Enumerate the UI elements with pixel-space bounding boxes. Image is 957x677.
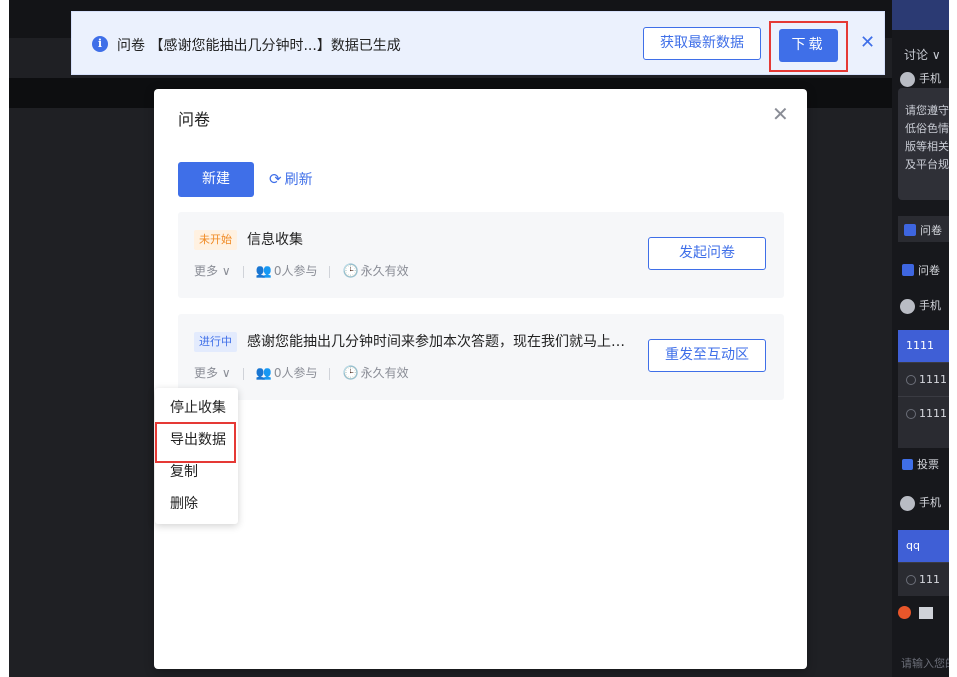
download-highlight-box: 下载	[769, 21, 848, 72]
survey-modal: 问卷 ✕ 新建 ⟳ 刷新 未开始 信息收集 更多 ∨ 👥 0人参与 🕒 永久有效 发起问卷…	[154, 89, 807, 669]
get-latest-data-button[interactable]: 获取最新数据	[643, 27, 761, 60]
close-icon[interactable]: ✕	[860, 33, 875, 53]
notice-card: 请您遵守 低俗色情 版等相关 及平台规	[898, 88, 949, 200]
divider	[242, 265, 244, 278]
download-button[interactable]: 下载	[779, 29, 838, 62]
resend-to-interaction-button[interactable]: 重发至互动区	[648, 339, 766, 372]
banner-message: 问卷 【感谢您能抽出几分钟时...】数据已生成	[117, 38, 401, 54]
more-dropdown-menu: 停止收集 导出数据 复制 删除	[155, 388, 238, 524]
participant-count: 0人参与	[273, 264, 318, 278]
survey-icon	[902, 264, 914, 276]
divider	[329, 265, 331, 278]
notice-line: 版等相关	[905, 140, 949, 153]
folder-icon[interactable]	[919, 607, 933, 619]
chat-user: 手机	[900, 70, 941, 87]
users-icon: 👥	[255, 366, 272, 381]
sidebar-toolbar	[898, 604, 941, 623]
avatar	[900, 495, 915, 511]
menu-item-copy[interactable]: 复制	[170, 462, 198, 482]
vote-option[interactable]: 1111	[898, 362, 949, 396]
status-badge: 未开始	[194, 230, 237, 250]
validity-text: 永久有效	[360, 264, 409, 278]
notice-line: 低俗色情	[905, 122, 949, 135]
survey-list-item: 进行中 感谢您能抽出几分钟时间来参加本次答题，现在我们就马上… 更多 ∨ 👥 0人参…	[178, 314, 784, 400]
radio-icon	[906, 375, 916, 385]
vote-option[interactable]: 111	[898, 562, 949, 596]
modal-title: 问卷	[178, 110, 211, 129]
vote-card-header: qq	[898, 530, 949, 562]
chat-vote-card: qq 111	[898, 530, 949, 596]
participant-count: 0人参与	[273, 366, 318, 380]
close-icon[interactable]: ✕	[772, 103, 789, 125]
vote-option[interactable]: 1111	[898, 396, 949, 430]
divider	[242, 367, 244, 380]
clock-icon: 🕒	[342, 264, 359, 279]
chat-input[interactable]: 请输入您的	[901, 655, 949, 671]
survey-title: 信息收集	[247, 232, 303, 248]
divider	[329, 367, 331, 380]
sidebar-vote-item[interactable]: 投票	[902, 456, 939, 472]
radio-icon	[906, 575, 916, 585]
gift-icon[interactable]	[898, 606, 911, 619]
sidebar-survey-item[interactable]: 问卷	[902, 262, 940, 278]
info-icon: i	[92, 36, 108, 52]
refresh-icon: ⟳	[269, 170, 282, 188]
sidebar-top-bar	[892, 0, 949, 30]
chat-vote-card: 1111 1111 1111	[898, 330, 949, 448]
radio-icon	[906, 409, 916, 419]
menu-item-delete[interactable]: 删除	[170, 494, 198, 514]
avatar	[900, 71, 915, 87]
survey-list-item: 未开始 信息收集 更多 ∨ 👥 0人参与 🕒 永久有效 发起问卷	[178, 212, 784, 298]
menu-item-stop-collecting[interactable]: 停止收集	[170, 398, 226, 418]
survey-meta: 更多 ∨ 👥 0人参与 🕒 永久有效	[194, 262, 409, 281]
notification-banner: i 问卷 【感谢您能抽出几分钟时...】数据已生成 获取最新数据 下载 ✕	[71, 11, 885, 75]
bar-chart-icon	[902, 458, 913, 470]
more-dropdown[interactable]: 更多 ∨	[194, 366, 231, 380]
chat-user: 手机	[900, 297, 941, 314]
survey-icon	[904, 224, 916, 236]
sidebar-survey-card[interactable]: 问卷	[898, 216, 949, 242]
new-survey-button[interactable]: 新建	[178, 162, 254, 197]
users-icon: 👥	[255, 264, 272, 279]
status-badge: 进行中	[194, 332, 237, 352]
validity-text: 永久有效	[360, 366, 409, 380]
clock-icon: 🕒	[342, 366, 359, 381]
vote-card-header: 1111	[898, 330, 949, 362]
chat-sidebar: 讨论 ∨ 手机 请您遵守 低俗色情 版等相关 及平台规 问卷 问卷 手机 111…	[892, 0, 949, 677]
launch-survey-button[interactable]: 发起问卷	[648, 237, 766, 270]
survey-title: 感谢您能抽出几分钟时间来参加本次答题，现在我们就马上…	[247, 334, 625, 350]
chat-user: 手机	[900, 494, 941, 511]
notice-line: 及平台规	[905, 158, 949, 171]
notice-line: 请您遵守	[905, 104, 949, 117]
more-dropdown[interactable]: 更多 ∨	[194, 264, 231, 278]
survey-meta: 更多 ∨ 👥 0人参与 🕒 永久有效	[194, 364, 409, 383]
avatar	[900, 298, 915, 314]
menu-item-export-data[interactable]: 导出数据	[170, 430, 226, 450]
refresh-button[interactable]: ⟳ 刷新	[269, 169, 313, 190]
tab-discussion[interactable]: 讨论 ∨	[904, 46, 941, 63]
